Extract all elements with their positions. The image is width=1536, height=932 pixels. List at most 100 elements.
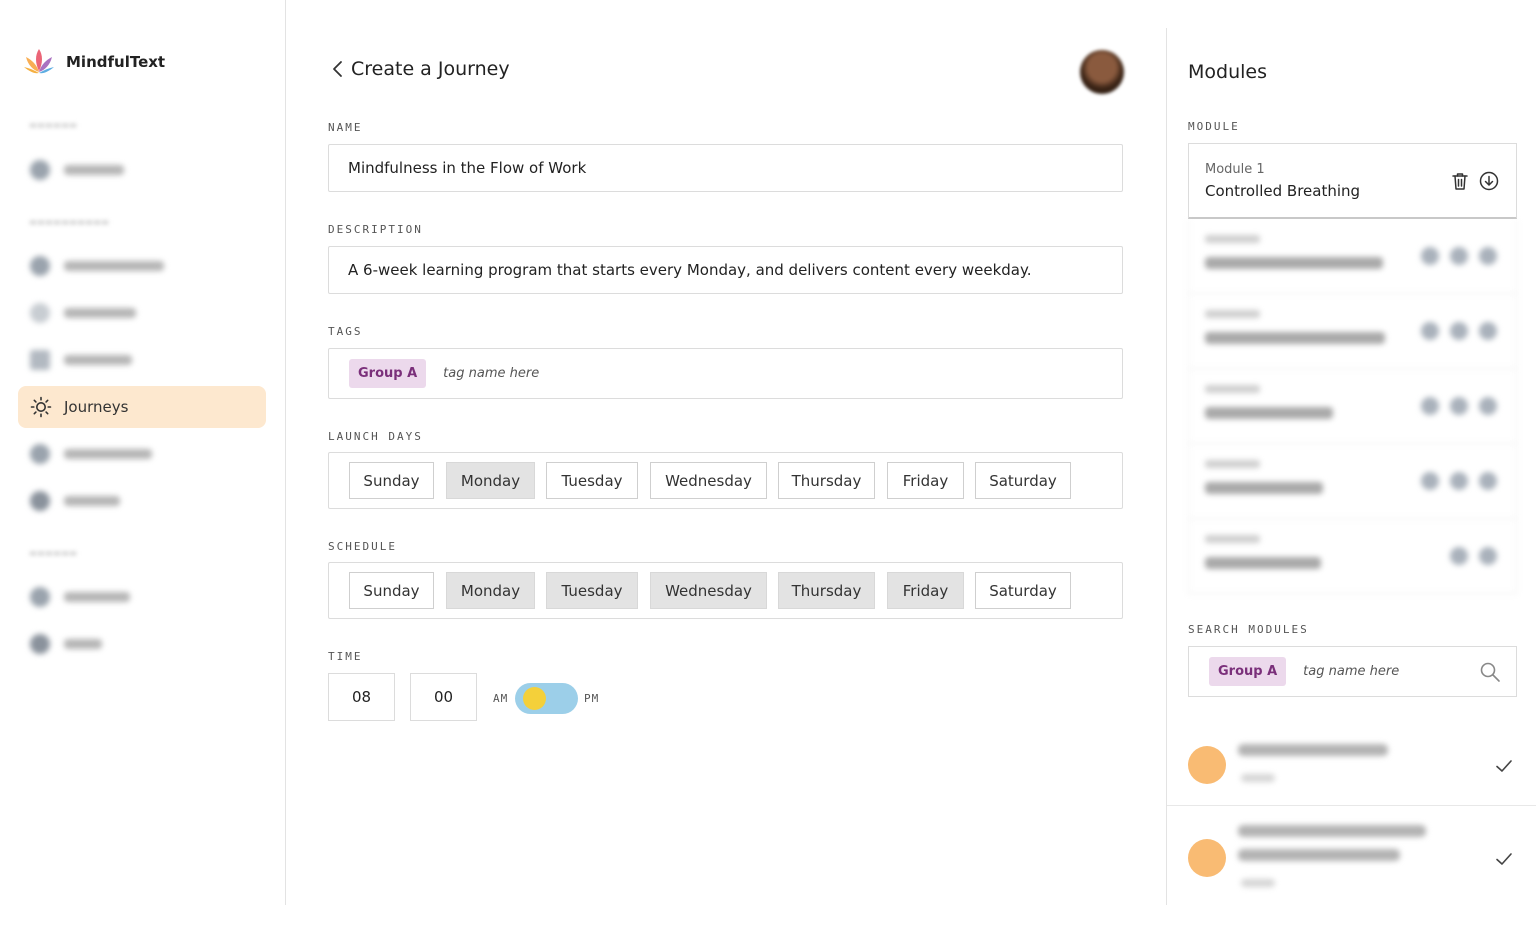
action-icon[interactable] (1450, 397, 1468, 415)
launch-day-thursday[interactable]: Thursday (778, 462, 875, 499)
action-icon[interactable] (1421, 322, 1439, 340)
action-icon[interactable] (1479, 322, 1497, 340)
nav-icon (30, 634, 50, 654)
action-icon[interactable] (1421, 397, 1439, 415)
action-icon[interactable] (1421, 472, 1439, 490)
sidebar-item-blurred[interactable] (18, 576, 266, 618)
launch-day-monday[interactable]: Monday (446, 462, 535, 499)
description-value: A 6-week learning program that starts ev… (348, 261, 1032, 279)
sidebar-item-blurred[interactable] (18, 339, 266, 381)
blurred-text (1205, 460, 1260, 468)
sidebar-item-blurred[interactable] (18, 149, 266, 191)
description-label: DESCRIPTION (328, 223, 423, 236)
schedule-day-saturday[interactable]: Saturday (975, 572, 1071, 609)
search-modules-label: SEARCH MODULES (1188, 623, 1309, 636)
search-icon[interactable] (1479, 661, 1501, 683)
nav-icon (30, 444, 50, 464)
hour-field[interactable]: 08 (328, 673, 395, 721)
schedule-day-tuesday[interactable]: Tuesday (546, 572, 638, 609)
tag-input[interactable] (443, 366, 744, 381)
action-icon[interactable] (1479, 397, 1497, 415)
tags-label: TAGS (328, 325, 363, 338)
nav-icon (30, 587, 50, 607)
blurred-text (1205, 535, 1260, 543)
search-modules-field[interactable]: Group A (1188, 646, 1517, 697)
sidebar: MindfulText ▬▬▬▬▬▬ ▬▬▬▬▬▬▬▬▬▬ Journeys ▬… (0, 0, 286, 905)
blurred-text (1205, 407, 1333, 419)
check-icon[interactable] (1494, 849, 1514, 869)
lotus-logo-icon (24, 49, 54, 74)
blurred-text (1241, 774, 1275, 782)
launch-day-saturday[interactable]: Saturday (975, 462, 1071, 499)
divider (1167, 805, 1536, 806)
module-card-blurred[interactable] (1188, 369, 1517, 444)
name-label: NAME (328, 121, 363, 134)
module-card-blurred[interactable] (1188, 219, 1517, 294)
launch-days-group: Sunday Monday Tuesday Wednesday Thursday… (328, 452, 1123, 509)
launch-day-sunday[interactable]: Sunday (349, 462, 434, 499)
schedule-label: SCHEDULE (328, 540, 397, 553)
user-avatar[interactable] (1080, 50, 1124, 94)
tag-chip[interactable]: Group A (349, 359, 427, 388)
schedule-day-monday[interactable]: Monday (446, 572, 535, 609)
schedule-day-friday[interactable]: Friday (887, 572, 964, 609)
launch-day-tuesday[interactable]: Tuesday (546, 462, 638, 499)
search-input[interactable] (1303, 664, 1474, 679)
modules-panel: Modules MODULE Module 1 Controlled Breat… (1166, 28, 1536, 905)
main-content: Create a Journey NAME Mindfulness in the… (287, 0, 1165, 905)
blurred-text (1205, 310, 1260, 318)
trash-icon[interactable] (1450, 171, 1470, 191)
blurred-text (1238, 825, 1426, 837)
action-icon[interactable] (1450, 247, 1468, 265)
nav-icon (30, 160, 50, 180)
back-button[interactable]: Create a Journey (331, 58, 510, 80)
minute-field[interactable]: 00 (410, 673, 477, 721)
modules-title: Modules (1188, 61, 1267, 83)
module-card-blurred[interactable] (1188, 519, 1517, 594)
action-icon[interactable] (1479, 472, 1497, 490)
launch-day-friday[interactable]: Friday (887, 462, 964, 499)
schedule-day-wednesday[interactable]: Wednesday (650, 572, 767, 609)
search-tag-chip[interactable]: Group A (1209, 657, 1287, 686)
action-icon[interactable] (1450, 547, 1468, 565)
toggle-knob (523, 687, 546, 710)
launch-days-label: LAUNCH DAYS (328, 430, 423, 443)
launch-day-wednesday[interactable]: Wednesday (650, 462, 767, 499)
blurred-text (1205, 257, 1383, 269)
action-icon[interactable] (1421, 247, 1439, 265)
action-icon[interactable] (1450, 472, 1468, 490)
sidebar-item-blurred[interactable] (18, 433, 266, 475)
schedule-day-sunday[interactable]: Sunday (349, 572, 434, 609)
app-logo[interactable]: MindfulText (22, 45, 165, 79)
action-icon[interactable] (1479, 247, 1497, 265)
name-value: Mindfulness in the Flow of Work (348, 159, 587, 177)
tags-field[interactable]: Group A (328, 348, 1123, 399)
blurred-text (1241, 879, 1275, 887)
module-card[interactable]: Module 1 Controlled Breathing (1188, 143, 1517, 219)
action-icon[interactable] (1479, 547, 1497, 565)
sidebar-item-blurred[interactable] (18, 480, 266, 522)
name-field[interactable]: Mindfulness in the Flow of Work (328, 144, 1123, 192)
blurred-text (1205, 235, 1260, 243)
check-icon[interactable] (1494, 756, 1514, 776)
download-circle-icon[interactable] (1479, 171, 1499, 191)
module-list-blurred (1188, 219, 1517, 594)
module-card-blurred[interactable] (1188, 294, 1517, 369)
page-title: Create a Journey (351, 58, 510, 80)
blurred-text (1205, 557, 1321, 569)
blurred-text (1205, 482, 1323, 494)
schedule-day-thursday[interactable]: Thursday (778, 572, 875, 609)
am-pm-toggle[interactable] (515, 683, 578, 714)
action-icon[interactable] (1450, 322, 1468, 340)
sun-icon (30, 396, 52, 418)
sidebar-item-journeys[interactable]: Journeys (18, 386, 266, 428)
description-field[interactable]: A 6-week learning program that starts ev… (328, 246, 1123, 294)
module-title: Controlled Breathing (1205, 182, 1361, 200)
sidebar-item-blurred[interactable] (18, 623, 266, 665)
module-card-blurred[interactable] (1188, 444, 1517, 519)
sidebar-item-blurred[interactable] (18, 292, 266, 334)
sidebar-item-blurred[interactable] (18, 245, 266, 287)
pm-label: PM (584, 692, 600, 705)
schedule-group: Sunday Monday Tuesday Wednesday Thursday… (328, 562, 1123, 619)
nav-section-header: ▬▬▬▬▬▬▬▬▬▬ (30, 217, 111, 228)
